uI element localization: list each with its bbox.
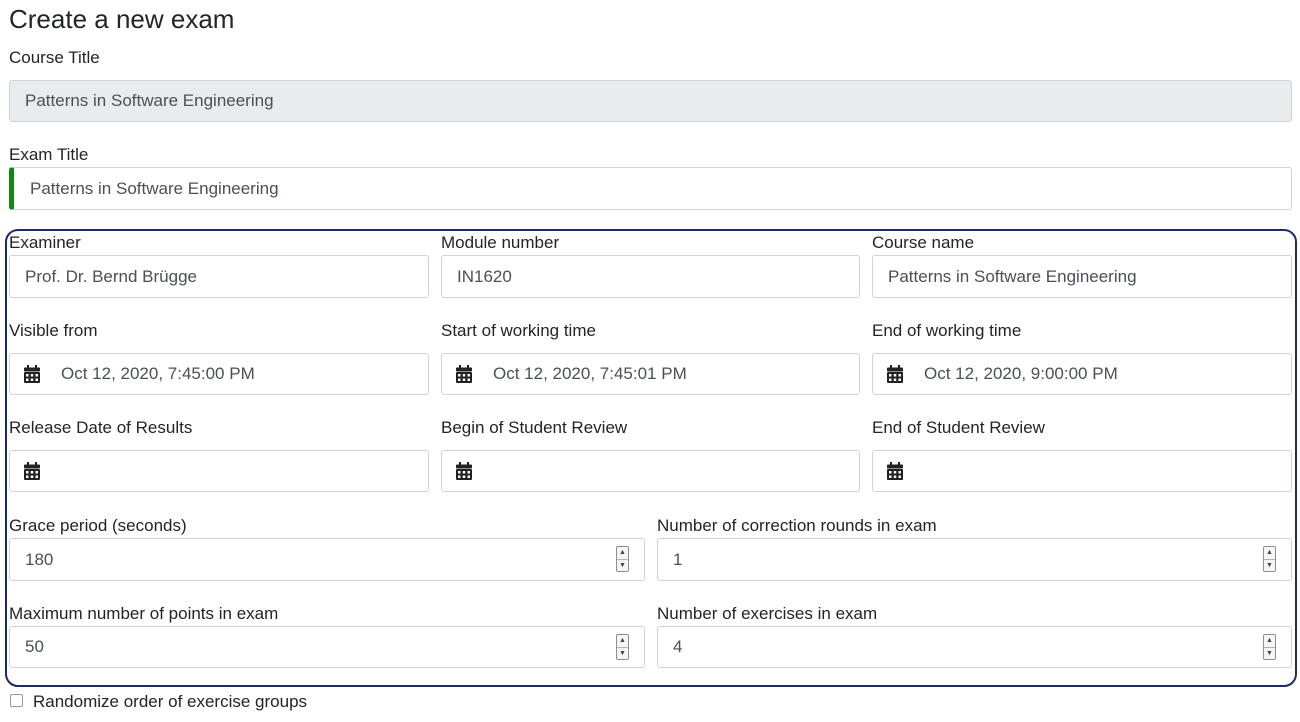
start-working-time-label: Start of working time [441,321,596,340]
module-number-input[interactable]: IN1620 [441,255,860,298]
module-number-label: Module number [441,233,560,252]
course-name-input[interactable]: Patterns in Software Engineering [872,255,1292,298]
chevron-down-icon[interactable]: ▼ [1264,558,1275,572]
chevron-down-icon[interactable]: ▼ [617,646,628,660]
end-student-review-input[interactable] [872,450,1292,492]
module-number-value: IN1620 [457,266,512,286]
visible-from-input[interactable]: Oct 12, 2020, 7:45:00 PM [9,353,429,395]
course-name-value: Patterns in Software Engineering [888,266,1137,286]
num-exercises-value: 4 [673,637,683,656]
release-date-input[interactable] [9,450,429,492]
end-student-review-label: End of Student Review [872,418,1045,437]
calendar-icon[interactable] [456,462,472,480]
calendar-icon[interactable] [887,462,903,480]
examiner-value: Prof. Dr. Bernd Brügge [25,266,197,286]
max-points-value: 50 [25,637,44,656]
end-working-time-value: Oct 12, 2020, 9:00:00 PM [924,364,1118,383]
num-exercises-label: Number of exercises in exam [657,604,878,623]
visible-from-value: Oct 12, 2020, 7:45:00 PM [61,364,255,383]
grace-period-input[interactable]: 180 ▲ ▼ [9,538,645,581]
end-working-time-input[interactable]: Oct 12, 2020, 9:00:00 PM [872,353,1292,395]
start-working-time-value: Oct 12, 2020, 7:45:01 PM [493,364,687,383]
chevron-up-icon[interactable]: ▲ [1264,635,1275,647]
calendar-icon[interactable] [24,365,40,383]
num-exercises-input[interactable]: 4 ▲ ▼ [657,626,1292,668]
max-points-label: Maximum number of points in exam [9,604,279,623]
correction-rounds-spinner[interactable]: ▲ ▼ [1263,546,1276,572]
begin-student-review-input[interactable] [441,450,860,492]
exam-title-input[interactable]: Patterns in Software Engineering [9,167,1292,210]
randomize-label[interactable]: Randomize order of exercise groups [33,692,307,712]
correction-rounds-label: Number of correction rounds in exam [657,516,937,535]
exam-title-label: Exam Title [9,145,89,164]
course-title-value: Patterns in Software Engineering [25,91,274,110]
visible-from-label: Visible from [9,321,98,340]
examiner-input[interactable]: Prof. Dr. Bernd Brügge [9,255,429,298]
course-title-field: Patterns in Software Engineering [9,80,1292,122]
calendar-icon[interactable] [456,365,472,383]
chevron-down-icon[interactable]: ▼ [1264,646,1275,660]
end-working-time-label: End of working time [872,321,1022,340]
exam-title-value: Patterns in Software Engineering [30,178,279,198]
grace-period-spinner[interactable]: ▲ ▼ [616,546,629,572]
chevron-up-icon[interactable]: ▲ [617,547,628,559]
course-name-label: Course name [872,233,975,252]
correction-rounds-value: 1 [673,549,683,569]
page-title: Create a new exam [9,4,235,34]
grace-period-value: 180 [25,549,54,569]
examiner-label: Examiner [9,233,81,252]
chevron-down-icon[interactable]: ▼ [617,558,628,572]
course-title-label: Course Title [9,48,100,67]
start-working-time-input[interactable]: Oct 12, 2020, 7:45:01 PM [441,353,860,395]
chevron-up-icon[interactable]: ▲ [1264,547,1275,559]
max-points-input[interactable]: 50 ▲ ▼ [9,626,645,668]
max-points-spinner[interactable]: ▲ ▼ [616,634,629,660]
grace-period-label: Grace period (seconds) [9,516,187,535]
randomize-checkbox[interactable] [10,694,23,707]
correction-rounds-input[interactable]: 1 ▲ ▼ [657,538,1292,581]
num-exercises-spinner[interactable]: ▲ ▼ [1263,634,1276,660]
chevron-up-icon[interactable]: ▲ [617,635,628,647]
release-date-label: Release Date of Results [9,418,193,437]
calendar-icon[interactable] [24,462,40,480]
begin-student-review-label: Begin of Student Review [441,418,628,437]
calendar-icon[interactable] [887,365,903,383]
